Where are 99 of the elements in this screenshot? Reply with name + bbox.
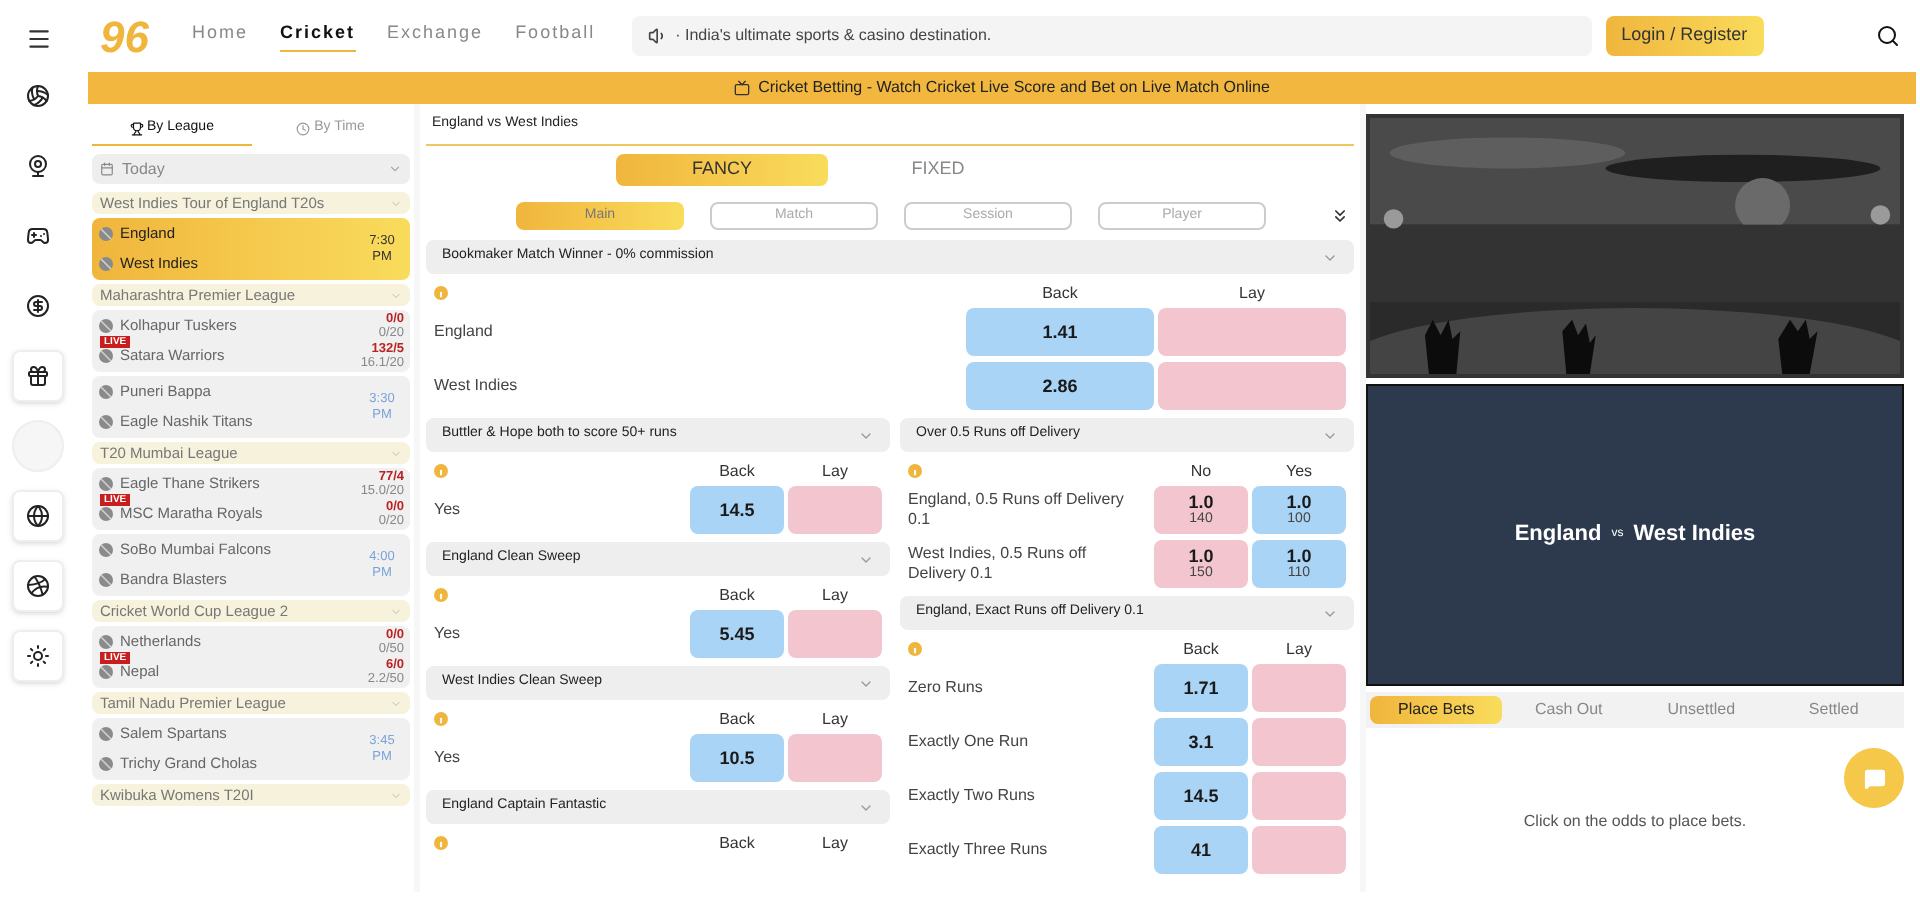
clock-icon: [296, 121, 311, 135]
speaker-icon: [647, 26, 668, 46]
runner-name: Exactly Two Runs: [908, 786, 1037, 806]
tab[interactable]: FANCY: [616, 154, 828, 186]
chevron-icon: [390, 197, 402, 209]
chevron-icon: [390, 447, 402, 459]
odds-button[interactable]: 14.5: [1154, 772, 1248, 820]
date-label: Today: [122, 157, 167, 181]
chat-icon: [1863, 767, 1885, 789]
info-icon[interactable]: [908, 464, 922, 478]
chevron-icon: [388, 162, 402, 176]
ball-icon: [98, 572, 114, 588]
webcam-icon: [26, 154, 50, 178]
ball-icon: [98, 476, 114, 492]
menu-button[interactable]: [25, 24, 51, 52]
info-icon[interactable]: [434, 836, 448, 850]
ball-icon: [98, 318, 114, 334]
column-label: Back: [1040, 281, 1080, 305]
column-label: Lay: [820, 707, 850, 731]
runner-name: Yes: [434, 500, 463, 520]
info-icon[interactable]: [434, 286, 448, 300]
ball-icon: [98, 664, 114, 680]
column-label: Lay: [820, 459, 850, 483]
ball-icon: [98, 256, 114, 272]
search-button[interactable]: [1876, 24, 1900, 48]
banner-text: Cricket Betting - Watch Cricket Live Score and Bet on Live Match Online: [758, 76, 1270, 100]
team-name: West Indies: [1633, 520, 1756, 551]
team-name: England: [1514, 520, 1602, 551]
odds-button[interactable]: 5.45: [690, 610, 784, 658]
ball-icon: [98, 384, 114, 400]
ball-icon: [26, 84, 50, 108]
chevron-icon: [390, 605, 402, 617]
info-icon[interactable]: [908, 642, 922, 656]
column-label: Back: [717, 707, 757, 731]
basketball-button[interactable]: [12, 560, 64, 612]
nav-link[interactable]: Cricket: [280, 19, 356, 53]
odds-button[interactable]: 14.5: [690, 486, 784, 534]
info-icon[interactable]: [434, 588, 448, 602]
odds-button[interactable]: 3.1: [1154, 718, 1248, 766]
empty-message: Click on the odds to place bets.: [1523, 810, 1747, 834]
ball-icon: [98, 756, 114, 772]
runner-name: Zero Runs: [908, 678, 985, 698]
runner-name: Yes: [434, 748, 463, 768]
chat-button[interactable]: [1844, 748, 1904, 808]
odds-button[interactable]: 10.5: [690, 734, 784, 782]
runner-name: West Indies, 0.5 Runs off Delivery 0.1: [908, 544, 1089, 584]
tv-icon: [734, 80, 751, 96]
ball-icon: [98, 414, 114, 430]
globe-icon: [26, 504, 50, 528]
nav-link[interactable]: Exchange: [387, 19, 484, 53]
odds-button[interactable]: 1.71: [1154, 664, 1248, 712]
sun-icon: [26, 644, 50, 668]
runner-name: Yes: [434, 624, 463, 644]
ball-icon: [98, 348, 114, 364]
column-label: No: [1188, 459, 1214, 483]
runner-name: West Indies: [434, 376, 520, 396]
expand-icon[interactable]: [1330, 206, 1350, 226]
column-label: Lay: [820, 583, 850, 607]
runner-name: England: [434, 322, 495, 342]
ball-icon: [98, 542, 114, 558]
login-button[interactable]: Login / Register: [1605, 16, 1764, 56]
info-icon[interactable]: [434, 464, 448, 478]
runner-name: England, 0.5 Runs off Delivery 0.1: [908, 490, 1126, 530]
menu-icon: [25, 25, 51, 51]
column-label: Back: [717, 831, 757, 855]
column-label: Back: [717, 583, 757, 607]
chevron-icon: [390, 289, 402, 301]
odds-button[interactable]: 2.86: [966, 362, 1154, 410]
ball-icon: [98, 634, 114, 650]
column-label: Lay: [1284, 637, 1314, 661]
basketball-icon: [26, 574, 50, 598]
column-label: Yes: [1283, 459, 1315, 483]
column-label: Lay: [1237, 281, 1267, 305]
sun-button[interactable]: [12, 630, 64, 682]
ball-icon: [98, 506, 114, 522]
runner-name: Exactly Three Runs: [908, 840, 1050, 860]
nav-link[interactable]: Home: [192, 19, 249, 53]
gamepad-icon: [26, 224, 50, 248]
dollar-icon: [26, 294, 50, 318]
tab[interactable]: FIXED: [832, 154, 1044, 186]
announcement-text: · India's ultimate sports & casino destination.: [675, 24, 992, 48]
ball-icon: [98, 726, 114, 742]
chevron-icon: [390, 789, 402, 801]
gift-button[interactable]: [12, 350, 64, 402]
gift-icon: [26, 364, 50, 388]
odds-button[interactable]: 41: [1154, 826, 1248, 874]
tab[interactable]: Place Bets: [1370, 696, 1503, 724]
odds-button[interactable]: 1.41: [966, 308, 1154, 356]
calendar-icon: [100, 162, 114, 176]
column-label: Back: [1181, 637, 1221, 661]
info-icon[interactable]: [434, 712, 448, 726]
nav-link[interactable]: Football: [515, 19, 596, 53]
globe-button[interactable]: [12, 490, 64, 542]
column-label: Back: [717, 459, 757, 483]
chevron-icon: [390, 697, 402, 709]
trophy-icon: [129, 121, 143, 135]
runner-name: Exactly One Run: [908, 732, 1031, 752]
column-label: Lay: [820, 831, 850, 855]
ball-icon: [98, 226, 114, 242]
